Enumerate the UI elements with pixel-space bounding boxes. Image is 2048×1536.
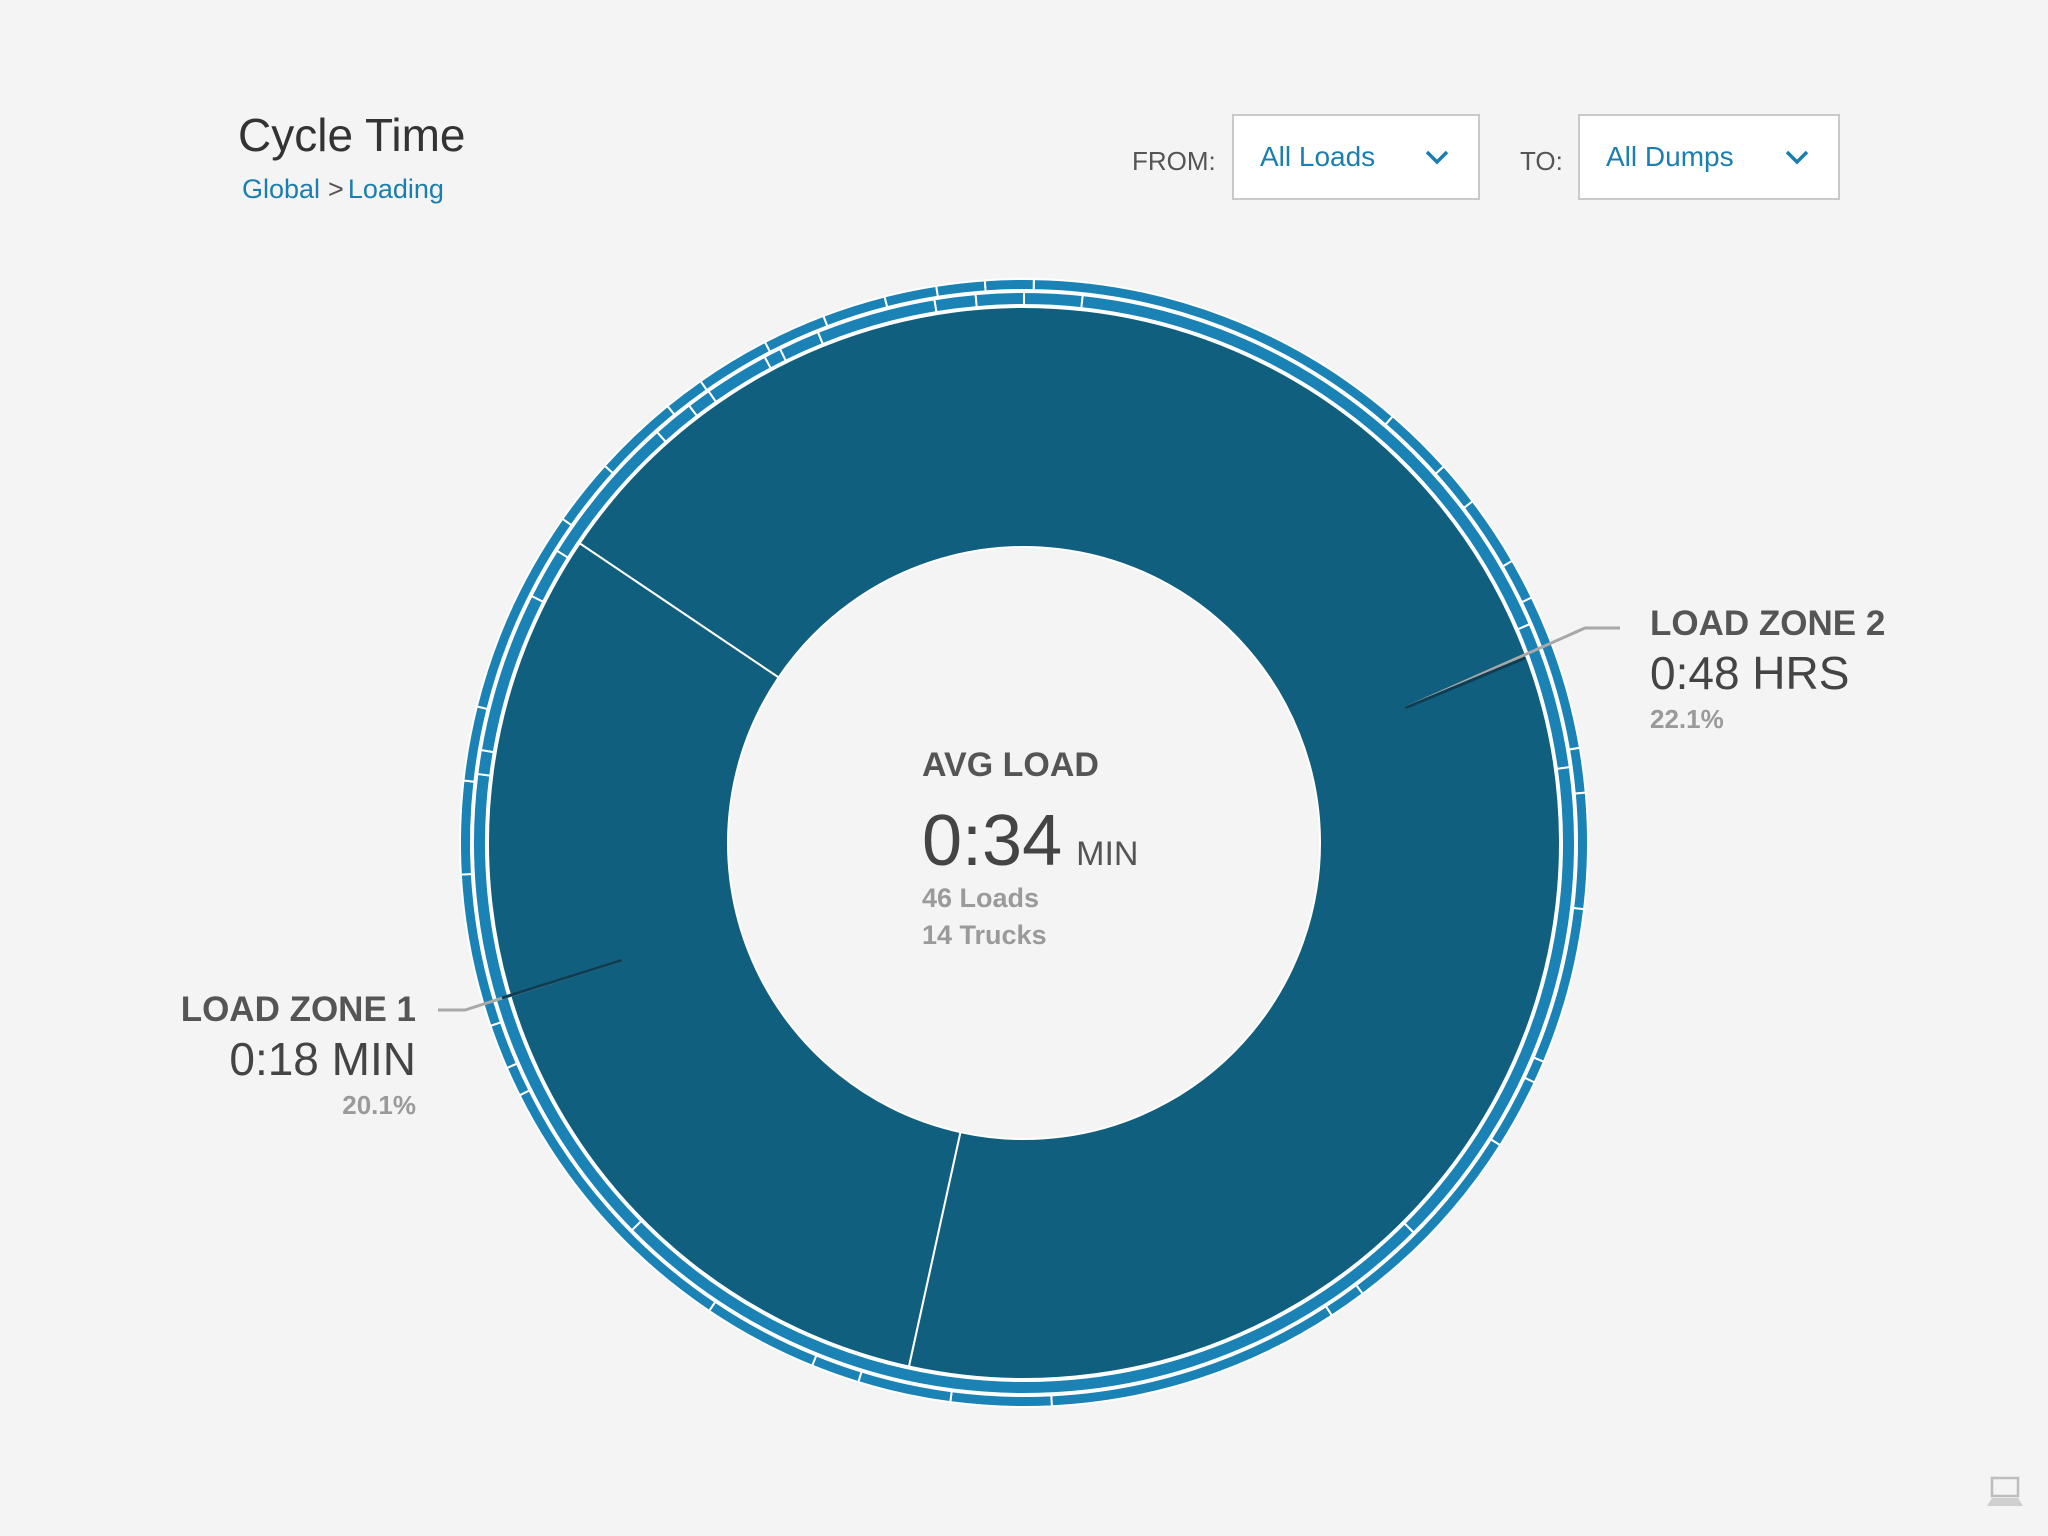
center-loads: 46 Loads — [922, 883, 1040, 913]
center-value-number: 0:34 — [922, 801, 1063, 881]
zone-1-slice — [487, 541, 962, 1368]
center-summary: AVG LOAD 0:34 MIN 46 Loads 14 Trucks — [922, 746, 1138, 951]
zone-1-percent: 20.1% — [342, 1090, 416, 1120]
zone-2-value: 0:48 HRS — [1650, 647, 1850, 699]
center-label: AVG LOAD — [922, 746, 1099, 784]
zone-2-percent: 22.1% — [1650, 704, 1724, 734]
outer-ring-segment-33 — [983, 278, 1035, 293]
zone-2-name: LOAD ZONE 2 — [1650, 604, 1886, 643]
zone-2-label[interactable]: LOAD ZONE 2 0:48 HRS 22.1% — [1650, 604, 1885, 735]
inner-ring-segment-17 — [974, 290, 1025, 309]
inner-ring-segment-0 — [1023, 290, 1084, 310]
center-value-unit: MIN — [1076, 835, 1139, 873]
zone-1-label[interactable]: LOAD ZONE 1 0:18 MIN 20.1% — [181, 990, 416, 1121]
laptop-icon[interactable] — [1984, 1474, 2026, 1510]
zone-1-value: 0:18 MIN — [229, 1033, 416, 1085]
center-trucks: 14 Trucks — [922, 920, 1047, 950]
center-value: 0:34 MIN — [922, 805, 1138, 877]
zone-1-name: LOAD ZONE 1 — [180, 990, 416, 1029]
inner-ring-segment-6 — [476, 748, 495, 777]
